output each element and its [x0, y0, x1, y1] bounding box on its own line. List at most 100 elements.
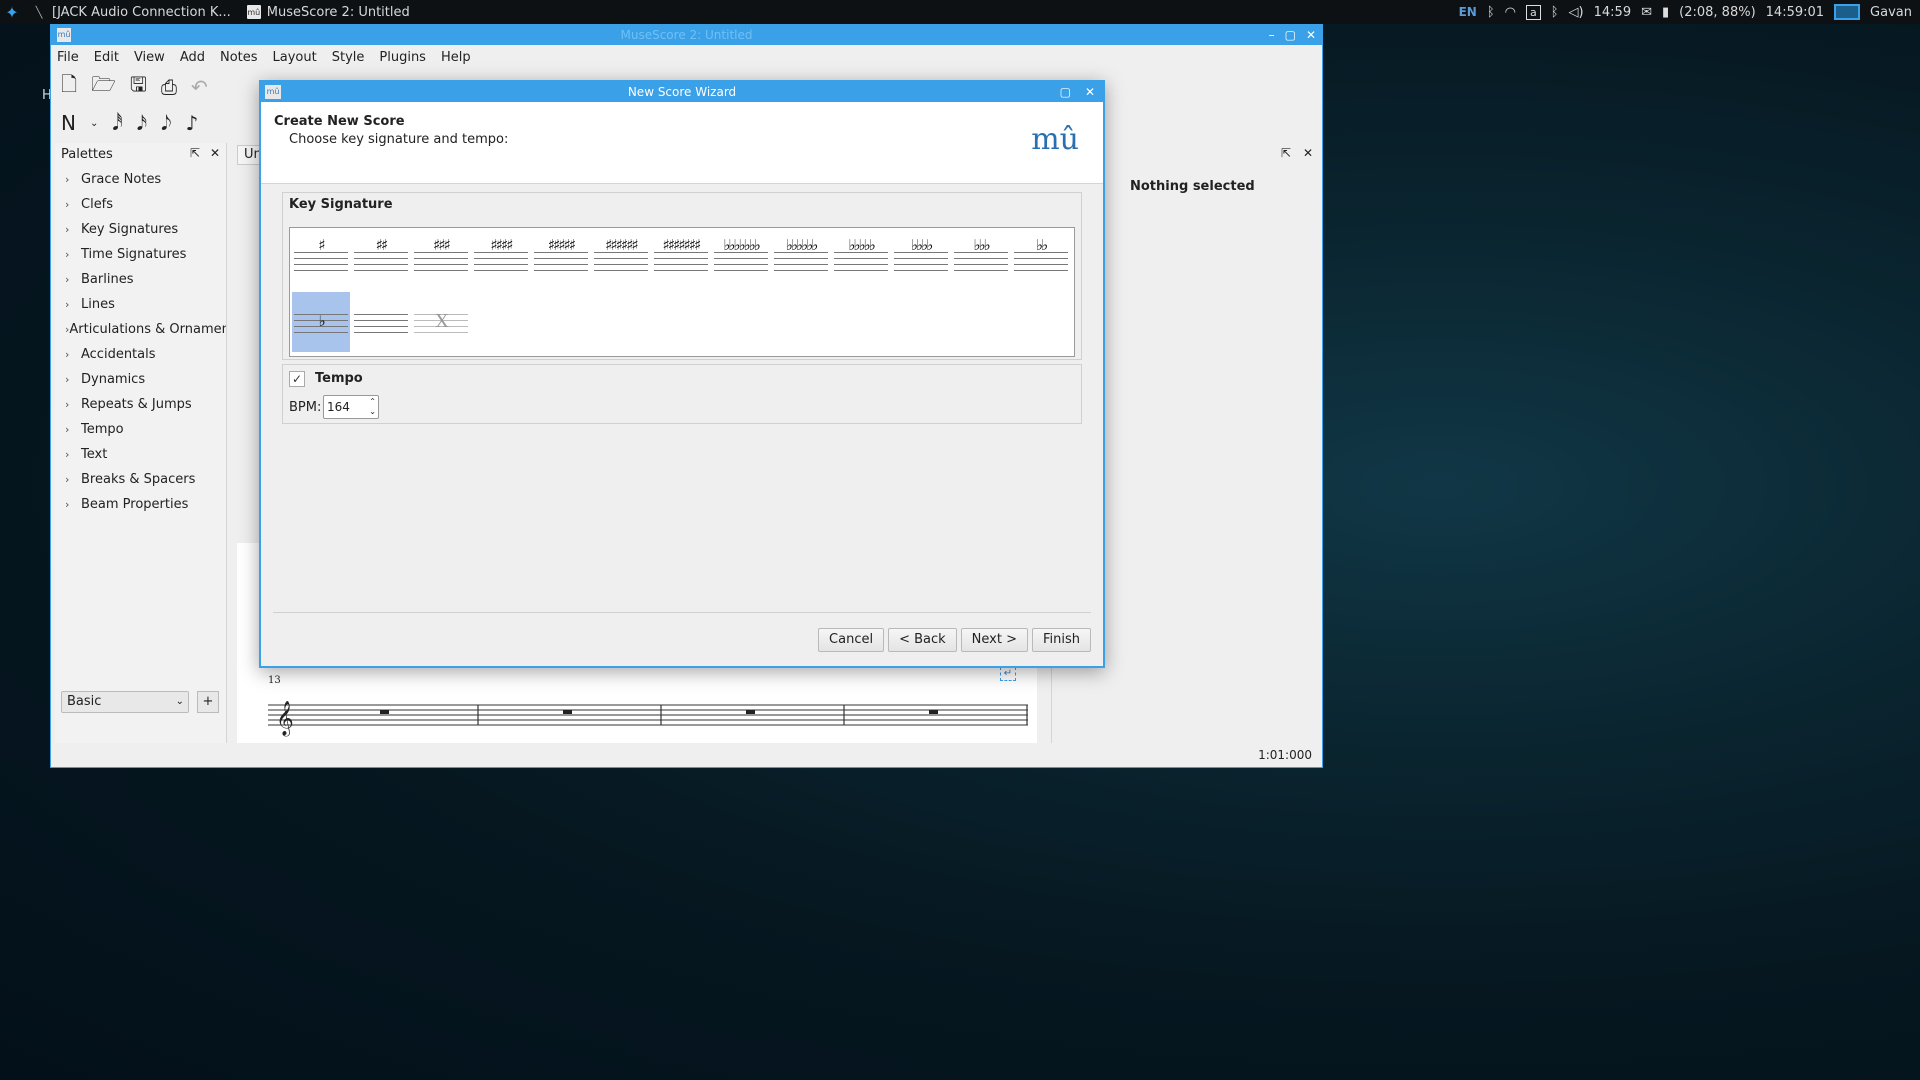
dialog-titlebar[interactable]: mû New Score Wizard ▢ ✕ — [261, 82, 1103, 102]
bpm-spinbox[interactable]: 164 ⌃ ⌄ — [323, 395, 379, 419]
duration-32nd-icon[interactable]: 𝅘𝅥𝅯 — [137, 111, 147, 135]
palette-grace-notes[interactable]: › Grace Notes — [55, 167, 226, 192]
keysig-1-sharp[interactable]: ♯ — [292, 230, 350, 290]
keysig-2-flats[interactable]: ♭♭ — [1012, 230, 1070, 290]
close-panel-icon[interactable]: ✕ — [1303, 146, 1313, 160]
close-icon[interactable]: ✕ — [1306, 25, 1316, 45]
keysig-3-flats[interactable]: ♭♭♭ — [952, 230, 1010, 290]
wifi-icon[interactable]: ◠ — [1505, 5, 1516, 20]
bluetooth-icon[interactable]: ᛒ — [1487, 5, 1495, 20]
maximize-icon[interactable]: ▢ — [1285, 25, 1296, 45]
battery-icon[interactable]: ▮ — [1662, 5, 1669, 20]
workspace-switcher-icon[interactable] — [1834, 4, 1861, 20]
dialog-app-icon: mû — [265, 85, 281, 99]
keysig-5-sharps[interactable]: ♯♯♯♯♯ — [532, 230, 590, 290]
duration-64th-icon[interactable]: 𝅘𝅥𝅰 — [112, 111, 122, 135]
note-input-dropdown-icon[interactable]: ⌄ — [90, 118, 98, 129]
finish-button[interactable]: Finish — [1031, 628, 1091, 652]
keysig-7-flats[interactable]: ♭♭♭♭♭♭♭ — [712, 230, 770, 290]
keysig-3-sharps[interactable]: ♯♯♯ — [412, 230, 470, 290]
next-button[interactable]: Next > — [960, 628, 1028, 652]
keysig-6-sharps[interactable]: ♯♯♯♯♯♯ — [592, 230, 650, 290]
chevron-right-icon: › — [65, 198, 70, 211]
keyboard-layout-indicator[interactable]: EN — [1459, 5, 1477, 19]
palette-label: Key Signatures — [81, 222, 179, 237]
keysig-none[interactable] — [352, 292, 410, 352]
menu-style[interactable]: Style — [332, 50, 365, 65]
palette-accidentals[interactable]: › Accidentals — [55, 342, 226, 367]
cancel-button[interactable]: Cancel — [818, 628, 885, 652]
keysig-4-flats[interactable]: ♭♭♭♭ — [892, 230, 950, 290]
minimize-icon[interactable]: – — [1269, 25, 1275, 45]
keysig-accidentals: ♭♭ — [1035, 236, 1048, 254]
chevron-right-icon: › — [65, 173, 70, 186]
undo-icon[interactable]: ↶ — [191, 75, 208, 99]
close-icon[interactable]: ✕ — [1085, 82, 1095, 102]
palette-barlines[interactable]: › Barlines — [55, 267, 226, 292]
palette-label: Lines — [81, 297, 115, 312]
keysig-2-sharps[interactable]: ♯♯ — [352, 230, 410, 290]
palette-repeats-jumps[interactable]: › Repeats & Jumps — [55, 392, 226, 417]
add-workspace-button[interactable]: + — [197, 691, 219, 713]
staff[interactable]: 𝄞 — [268, 700, 1028, 740]
mail-icon[interactable]: ✉ — [1641, 5, 1652, 20]
chevron-right-icon: › — [65, 373, 70, 386]
float-panel-icon[interactable]: ⇱ — [1281, 146, 1291, 160]
menu-notes[interactable]: Notes — [220, 50, 258, 65]
start-menu-icon[interactable]: ✦ — [0, 0, 24, 24]
musescore-logo: mû — [1031, 122, 1079, 157]
tempo-label[interactable]: Tempo — [315, 371, 363, 386]
palette-dynamics[interactable]: › Dynamics — [55, 367, 226, 392]
palette-clefs[interactable]: › Clefs — [55, 192, 226, 217]
keysig-4-sharps[interactable]: ♯♯♯♯ — [472, 230, 530, 290]
menu-help[interactable]: Help — [441, 50, 471, 65]
user-name[interactable]: Gavan — [1870, 5, 1912, 20]
palette-time-signatures[interactable]: › Time Signatures — [55, 242, 226, 267]
menu-edit[interactable]: Edit — [94, 50, 119, 65]
chevron-right-icon: › — [65, 348, 70, 361]
window-titlebar[interactable]: mû MuseScore 2: Untitled – ▢ ✕ — [51, 25, 1322, 45]
task-jack[interactable]: ╲ [JACK Audio Connection K... — [24, 0, 239, 24]
menu-add[interactable]: Add — [180, 50, 205, 65]
input-method-icon[interactable]: a — [1525, 4, 1541, 20]
palette-beam-properties[interactable]: › Beam Properties — [55, 492, 226, 517]
menu-layout[interactable]: Layout — [273, 50, 317, 65]
save-icon[interactable]: 🖫 — [130, 70, 147, 104]
spin-arrows-icon[interactable]: ⌃ ⌄ — [369, 397, 376, 417]
maximize-icon[interactable]: ▢ — [1060, 82, 1071, 102]
palette-key-signatures[interactable]: › Key Signatures — [55, 217, 226, 242]
keysig-5-flats[interactable]: ♭♭♭♭♭ — [832, 230, 890, 290]
duration-eighth-icon[interactable]: ♪ — [186, 111, 199, 135]
keysig-1-flat[interactable]: ♭ — [292, 292, 350, 352]
task-musescore[interactable]: mû MuseScore 2: Untitled — [239, 0, 418, 24]
float-panel-icon[interactable]: ⇱ — [190, 146, 200, 160]
menu-file[interactable]: File — [57, 50, 79, 65]
note-input-icon[interactable]: N — [61, 111, 76, 135]
palette-lines[interactable]: › Lines — [55, 292, 226, 317]
palette-breaks-spacers[interactable]: › Breaks & Spacers — [55, 467, 226, 492]
tempo-checkbox[interactable]: ✓ — [289, 371, 305, 387]
keysig-accidentals: ♯♯ — [375, 236, 389, 254]
volume-icon[interactable]: ◁) — [1569, 5, 1584, 20]
keysig-7-sharps[interactable]: ♯♯♯♯♯♯♯ — [652, 230, 710, 290]
print-icon[interactable]: ⎙ — [161, 75, 177, 99]
palette-articulations[interactable]: › Articulations & Ornaments — [55, 317, 226, 342]
clock[interactable]: 14:59:01 — [1766, 5, 1824, 20]
dialog-separator — [273, 612, 1091, 613]
back-button[interactable]: < Back — [888, 628, 957, 652]
menu-view[interactable]: View — [134, 50, 165, 65]
palette-tempo[interactable]: › Tempo — [55, 417, 226, 442]
keysig-accidentals: ♭♭♭♭♭♭ — [785, 236, 818, 254]
open-icon[interactable]: 🗁 — [91, 70, 116, 104]
workspace-select[interactable]: Basic ⌄ — [61, 691, 189, 713]
keysig-open[interactable]: X — [412, 292, 470, 352]
new-score-icon[interactable]: 🗋 — [61, 70, 77, 104]
duration-16th-icon[interactable]: 𝅘𝅥𝅮 — [161, 111, 171, 135]
bluetooth-status-icon[interactable]: ᛒ — [1551, 5, 1559, 20]
wizard-subheading: Choose key signature and tempo: — [289, 132, 509, 147]
keysig-6-flats[interactable]: ♭♭♭♭♭♭ — [772, 230, 830, 290]
menu-plugins[interactable]: Plugins — [379, 50, 426, 65]
chevron-right-icon: › — [65, 248, 70, 261]
palette-text[interactable]: › Text — [55, 442, 226, 467]
close-panel-icon[interactable]: ✕ — [210, 146, 220, 160]
